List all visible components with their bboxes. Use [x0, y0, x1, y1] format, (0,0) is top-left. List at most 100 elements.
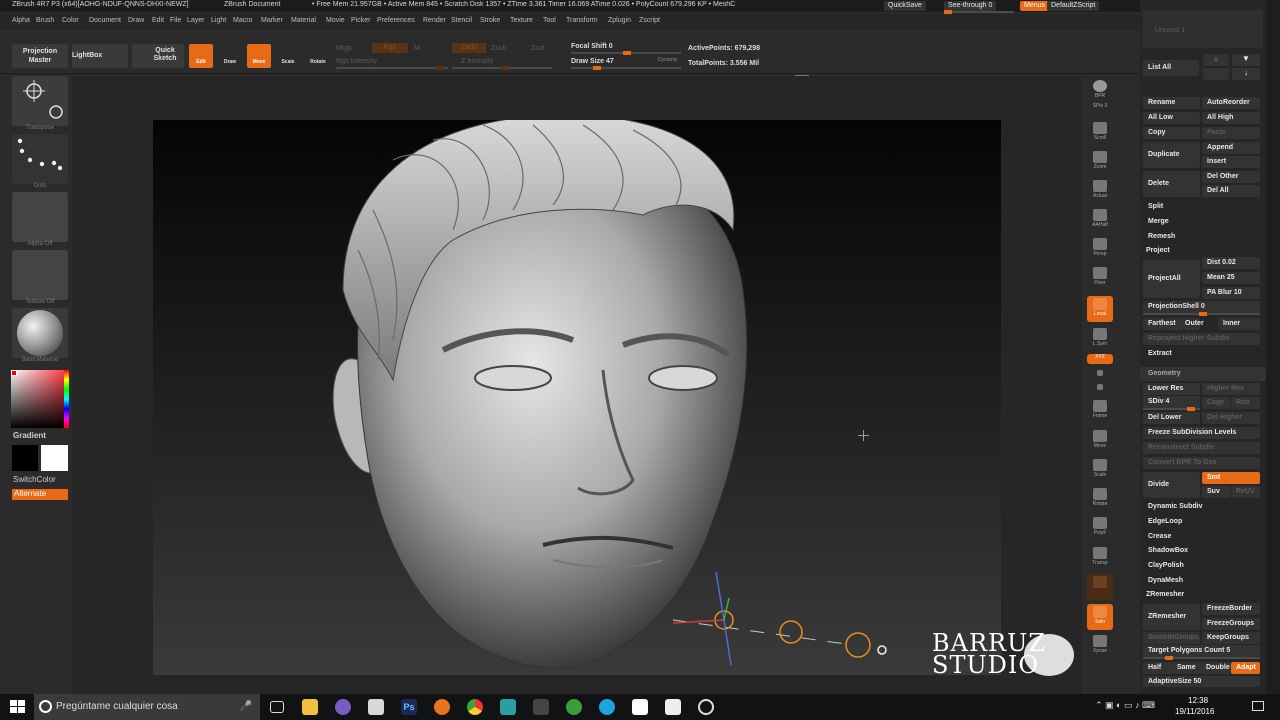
zadd-button[interactable]: Zadd: [452, 43, 486, 53]
rstr-button[interactable]: Rstr: [1231, 397, 1260, 409]
notifications-icon[interactable]: [1252, 701, 1264, 711]
claypolish-section[interactable]: ClayPolish: [1143, 560, 1184, 572]
reuv-toggle[interactable]: ReUV: [1231, 486, 1260, 498]
floor-button[interactable]: Floor: [1087, 265, 1113, 291]
m-button[interactable]: M: [414, 44, 420, 53]
copy-button[interactable]: Copy: [1143, 127, 1200, 139]
menu-file[interactable]: File: [170, 17, 181, 24]
secondary-color-swatch[interactable]: [12, 445, 38, 471]
higher-res-button[interactable]: Higher Res: [1202, 383, 1260, 395]
project-section[interactable]: Project: [1141, 245, 1170, 257]
photoshop-icon[interactable]: Ps: [401, 699, 417, 715]
append-button[interactable]: Append: [1202, 142, 1260, 154]
zbrush-icon[interactable]: [368, 699, 384, 715]
lightbox-button[interactable]: LightBox: [72, 44, 128, 68]
freeze-subdiv-button[interactable]: Freeze SubDivision Levels: [1143, 427, 1260, 439]
dist-slider[interactable]: Dist 0.02: [1202, 257, 1260, 269]
system-tray[interactable]: ⌃ ▣ ◐ ▭ ♪ ⌨: [1095, 700, 1177, 714]
chrome-icon[interactable]: [467, 699, 483, 715]
file-explorer-icon[interactable]: [302, 699, 318, 715]
menu-picker[interactable]: Picker: [351, 17, 370, 24]
move-view-button[interactable]: Move: [1087, 428, 1113, 454]
cortana-search-box[interactable]: Pregúntame cualquier cosa 🎤: [34, 694, 260, 720]
subtool-list[interactable]: Unused 1: [1143, 10, 1263, 48]
clock-date[interactable]: 19/11/2016: [1175, 707, 1214, 716]
move-up-button[interactable]: ▲: [1203, 54, 1229, 66]
spix-slider[interactable]: SPix 3: [1087, 103, 1113, 117]
move-top-button[interactable]: ↑: [1203, 68, 1229, 80]
shadowbox-section[interactable]: ShadowBox: [1143, 545, 1188, 557]
rotate-view-button[interactable]: Rotate: [1087, 486, 1113, 512]
outer-button[interactable]: Outer: [1180, 318, 1204, 330]
ghost-button[interactable]: [1087, 574, 1113, 600]
scale-view-button[interactable]: Scale: [1087, 457, 1113, 483]
keepgroups-toggle[interactable]: KeepGroups: [1202, 632, 1260, 644]
zremesher-section[interactable]: ZRemesher: [1141, 589, 1184, 601]
app-icon-3[interactable]: [632, 699, 648, 715]
split-section[interactable]: Split: [1143, 201, 1163, 213]
menu-render[interactable]: Render: [423, 17, 446, 24]
menu-zscript[interactable]: Zscript: [639, 17, 660, 24]
smt-toggle[interactable]: Smt: [1202, 472, 1260, 484]
menu-document[interactable]: Document: [89, 17, 121, 24]
color-picker-cursor[interactable]: [11, 370, 17, 376]
app-icon-2[interactable]: [533, 699, 549, 715]
viewport[interactable]: [153, 120, 1001, 675]
quick-sketch-button[interactable]: Quick Sketch: [132, 44, 184, 68]
remesh-section[interactable]: Remesh: [1143, 231, 1175, 243]
windows-start-button[interactable]: [10, 700, 25, 714]
menu-transform[interactable]: Transform: [566, 17, 598, 24]
mrgb-button[interactable]: Mrgb: [336, 44, 352, 53]
reproject-button[interactable]: Reproject Higher Subdiv: [1143, 333, 1260, 345]
edgeloop-section[interactable]: EdgeLoop: [1143, 516, 1182, 528]
autoreorder-button[interactable]: AutoReorder: [1202, 97, 1260, 109]
mean-slider[interactable]: Mean 25: [1202, 272, 1260, 284]
extract-section[interactable]: Extract: [1143, 348, 1172, 360]
persp-button[interactable]: Persp: [1087, 236, 1113, 262]
rename-button[interactable]: Rename: [1143, 97, 1200, 109]
duplicate-button[interactable]: Duplicate: [1143, 142, 1200, 168]
menu-stencil[interactable]: Stencil: [451, 17, 472, 24]
adapt-button[interactable]: Adapt: [1231, 662, 1260, 674]
freezegroups-toggle[interactable]: FreezeGroups: [1202, 618, 1260, 630]
z-axis-button[interactable]: [1087, 382, 1113, 394]
move-down-button[interactable]: ▼: [1232, 54, 1260, 66]
double-button[interactable]: Double: [1201, 662, 1231, 674]
lower-res-button[interactable]: Lower Res: [1143, 383, 1200, 395]
quicksave-button[interactable]: QuickSave: [884, 1, 926, 11]
dynamic-subdiv-section[interactable]: Dynamic Subdiv: [1143, 501, 1202, 513]
scroll-button[interactable]: Scroll: [1087, 120, 1113, 146]
menu-alpha[interactable]: Alpha: [12, 17, 30, 24]
material-thumb[interactable]: [12, 308, 68, 358]
menu-macro[interactable]: Macro: [233, 17, 252, 24]
focal-shift-slider[interactable]: Focal Shift 0: [571, 42, 613, 51]
menu-color[interactable]: Color: [62, 17, 79, 24]
all-low-button[interactable]: All Low: [1143, 112, 1200, 124]
microphone-icon[interactable]: 🎤: [240, 701, 252, 712]
zoom-button[interactable]: Zoom: [1087, 149, 1113, 175]
xpose-button[interactable]: Xpose: [1087, 633, 1113, 659]
transpose-gizmo[interactable]: [672, 571, 887, 666]
menu-light[interactable]: Light: [211, 17, 226, 24]
reconstruct-subdiv-button[interactable]: Reconstruct Subdiv: [1143, 442, 1260, 454]
delete-button[interactable]: Delete: [1143, 171, 1200, 197]
aahalf-button[interactable]: AAHalf: [1087, 207, 1113, 233]
smoothgroups-slider[interactable]: SmoothGroups: [1143, 632, 1200, 644]
app-icon-4[interactable]: [698, 699, 714, 715]
scale-button[interactable]: Scale: [276, 44, 300, 68]
transpose-brush-thumb[interactable]: [12, 76, 68, 126]
menu-material[interactable]: Material: [291, 17, 316, 24]
viber-icon[interactable]: [335, 699, 351, 715]
target-polygons-slider[interactable]: Target Polygons Count 5: [1143, 645, 1260, 657]
dynamesh-section[interactable]: DynaMesh: [1143, 575, 1183, 587]
menu-marker[interactable]: Marker: [261, 17, 283, 24]
paste-button[interactable]: Paste: [1202, 127, 1260, 139]
menu-movie[interactable]: Movie: [326, 17, 345, 24]
del-higher-button[interactable]: Del Higher: [1202, 412, 1260, 424]
menu-layer[interactable]: Layer: [187, 17, 205, 24]
zremesher-button[interactable]: ZRemesher: [1143, 604, 1200, 630]
menus-button[interactable]: Menus: [1020, 1, 1050, 11]
menu-tool[interactable]: Tool: [543, 17, 556, 24]
head-sculpt[interactable]: [153, 120, 1001, 675]
draw-size-slider[interactable]: Draw Size 47: [571, 57, 614, 66]
